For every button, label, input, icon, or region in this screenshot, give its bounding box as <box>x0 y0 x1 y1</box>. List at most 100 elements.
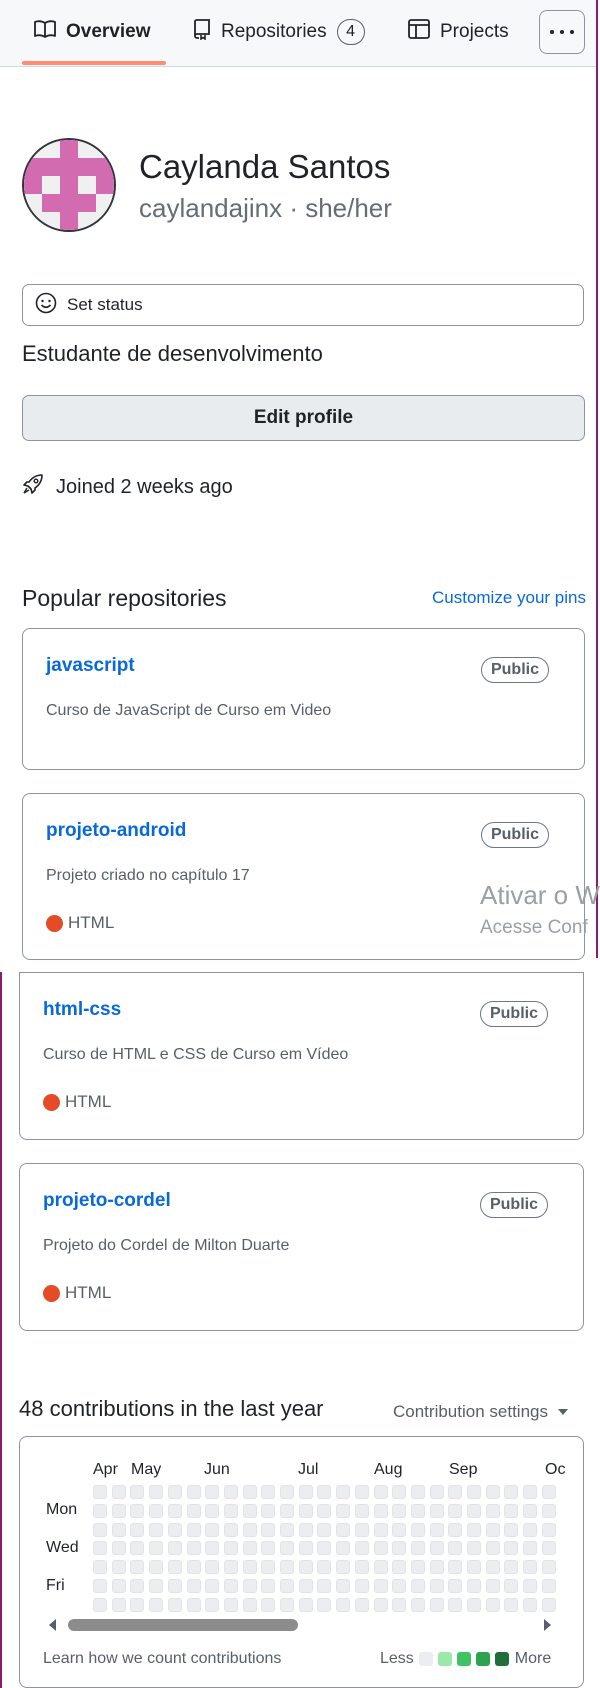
contribution-day-cell[interactable] <box>167 1579 182 1593</box>
contribution-day-cell[interactable] <box>223 1597 238 1612</box>
repo-link[interactable]: projeto-android <box>46 820 186 842</box>
contribution-day-cell[interactable] <box>205 1485 220 1499</box>
contribution-day-cell[interactable] <box>298 1522 313 1537</box>
contribution-day-cell[interactable] <box>93 1560 107 1575</box>
contribution-day-cell[interactable] <box>541 1560 556 1575</box>
contribution-day-cell[interactable] <box>298 1597 313 1612</box>
contribution-day-cell[interactable] <box>373 1522 388 1537</box>
contribution-day-cell[interactable] <box>111 1597 126 1612</box>
contribution-day-cell[interactable] <box>336 1597 351 1612</box>
contribution-day-cell[interactable] <box>130 1541 145 1556</box>
contribution-day-cell[interactable] <box>111 1522 126 1537</box>
contribution-day-cell[interactable] <box>354 1485 369 1499</box>
contribution-day-cell[interactable] <box>373 1597 388 1612</box>
contribution-day-cell[interactable] <box>541 1597 556 1612</box>
contribution-day-cell[interactable] <box>317 1560 332 1575</box>
contribution-day-cell[interactable] <box>261 1485 276 1499</box>
contribution-day-cell[interactable] <box>223 1541 238 1556</box>
scroll-right-arrow[interactable] <box>544 1619 551 1631</box>
contribution-day-cell[interactable] <box>485 1579 500 1593</box>
contribution-day-cell[interactable] <box>410 1579 425 1593</box>
contribution-day-cell[interactable] <box>541 1522 556 1537</box>
contribution-day-cell[interactable] <box>485 1503 500 1518</box>
contribution-day-cell[interactable] <box>392 1579 407 1593</box>
contribution-day-cell[interactable] <box>523 1503 538 1518</box>
contribution-day-cell[interactable] <box>429 1541 444 1556</box>
contribution-day-cell[interactable] <box>261 1503 276 1518</box>
contribution-day-cell[interactable] <box>448 1503 463 1518</box>
contribution-day-cell[interactable] <box>336 1522 351 1537</box>
contribution-day-cell[interactable] <box>205 1579 220 1593</box>
contribution-day-cell[interactable] <box>523 1579 538 1593</box>
contribution-day-cell[interactable] <box>523 1597 538 1612</box>
contribution-day-cell[interactable] <box>167 1541 182 1556</box>
contribution-day-cell[interactable] <box>373 1503 388 1518</box>
set-status-button[interactable]: Set status <box>22 284 584 326</box>
contribution-day-cell[interactable] <box>429 1597 444 1612</box>
contribution-day-cell[interactable] <box>429 1485 444 1499</box>
contribution-day-cell[interactable] <box>111 1579 126 1593</box>
contribution-day-cell[interactable] <box>410 1503 425 1518</box>
contribution-day-cell[interactable] <box>298 1485 313 1499</box>
contribution-day-cell[interactable] <box>205 1597 220 1612</box>
tab-repositories[interactable]: Repositories 4 <box>193 0 365 64</box>
contribution-day-cell[interactable] <box>448 1560 463 1575</box>
contribution-day-cell[interactable] <box>354 1560 369 1575</box>
contribution-day-cell[interactable] <box>261 1522 276 1537</box>
contribution-day-cell[interactable] <box>130 1597 145 1612</box>
contribution-day-cell[interactable] <box>242 1541 257 1556</box>
contribution-day-cell[interactable] <box>467 1485 481 1499</box>
contribution-day-cell[interactable] <box>242 1503 257 1518</box>
contribution-day-cell[interactable] <box>392 1522 407 1537</box>
contribution-day-cell[interactable] <box>186 1522 201 1537</box>
contribution-day-cell[interactable] <box>186 1579 201 1593</box>
contribution-day-cell[interactable] <box>223 1485 238 1499</box>
contribution-day-cell[interactable] <box>223 1503 238 1518</box>
contribution-day-cell[interactable] <box>410 1597 425 1612</box>
contribution-day-cell[interactable] <box>317 1485 332 1499</box>
contribution-day-cell[interactable] <box>167 1503 182 1518</box>
horizontal-scrollbar-thumb[interactable] <box>68 1619 298 1631</box>
contribution-day-cell[interactable] <box>336 1503 351 1518</box>
contribution-day-cell[interactable] <box>186 1560 201 1575</box>
avatar[interactable] <box>22 138 116 232</box>
contribution-day-cell[interactable] <box>467 1597 481 1612</box>
contribution-day-cell[interactable] <box>280 1522 294 1537</box>
contribution-day-cell[interactable] <box>373 1541 388 1556</box>
contribution-day-cell[interactable] <box>523 1541 538 1556</box>
contribution-day-cell[interactable] <box>186 1597 201 1612</box>
contribution-day-cell[interactable] <box>392 1503 407 1518</box>
contribution-day-cell[interactable] <box>130 1579 145 1593</box>
contribution-day-cell[interactable] <box>448 1522 463 1537</box>
contribution-day-cell[interactable] <box>504 1560 519 1575</box>
contribution-day-cell[interactable] <box>410 1541 425 1556</box>
contribution-day-cell[interactable] <box>223 1560 238 1575</box>
tab-overview[interactable]: Overview <box>34 0 151 64</box>
contribution-day-cell[interactable] <box>242 1560 257 1575</box>
contribution-day-cell[interactable] <box>541 1541 556 1556</box>
contribution-day-cell[interactable] <box>280 1579 294 1593</box>
contribution-day-cell[interactable] <box>149 1560 164 1575</box>
contribution-day-cell[interactable] <box>448 1485 463 1499</box>
contribution-day-cell[interactable] <box>242 1522 257 1537</box>
contribution-day-cell[interactable] <box>354 1503 369 1518</box>
contribution-day-cell[interactable] <box>280 1560 294 1575</box>
contribution-day-cell[interactable] <box>317 1503 332 1518</box>
contribution-day-cell[interactable] <box>261 1560 276 1575</box>
contribution-day-cell[interactable] <box>298 1541 313 1556</box>
repo-link[interactable]: projeto-cordel <box>43 1190 171 1212</box>
contribution-day-cell[interactable] <box>242 1579 257 1593</box>
contribution-day-cell[interactable] <box>523 1522 538 1537</box>
contribution-day-cell[interactable] <box>242 1597 257 1612</box>
contribution-day-cell[interactable] <box>167 1522 182 1537</box>
contribution-day-cell[interactable] <box>467 1522 481 1537</box>
contribution-day-cell[interactable] <box>93 1541 107 1556</box>
contribution-day-cell[interactable] <box>149 1579 164 1593</box>
contribution-day-cell[interactable] <box>167 1597 182 1612</box>
contribution-day-cell[interactable] <box>186 1503 201 1518</box>
contribution-day-cell[interactable] <box>467 1503 481 1518</box>
contribution-day-cell[interactable] <box>410 1485 425 1499</box>
contribution-day-cell[interactable] <box>317 1597 332 1612</box>
contribution-day-cell[interactable] <box>336 1560 351 1575</box>
contribution-day-cell[interactable] <box>485 1485 500 1499</box>
